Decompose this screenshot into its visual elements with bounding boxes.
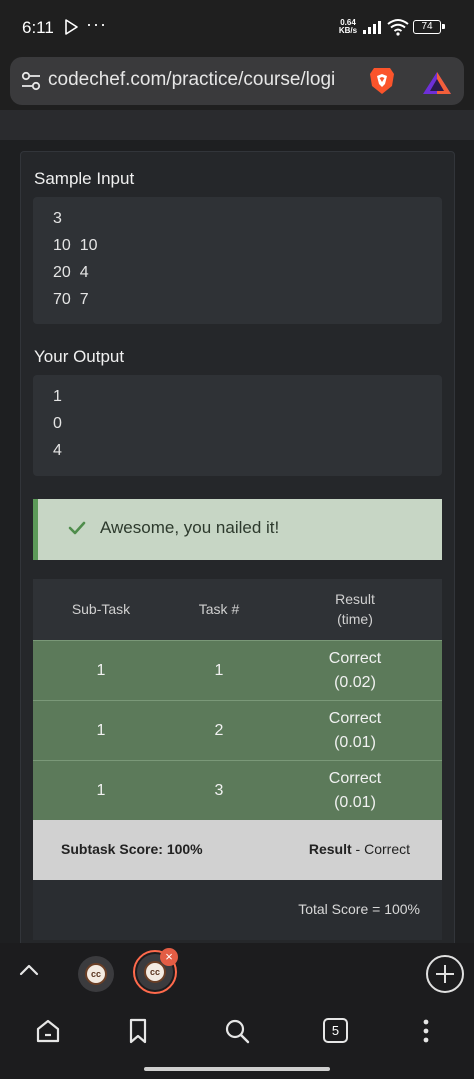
table-header: Sub-Task Task # Result (time) (33, 579, 442, 640)
battery-icon: 74 (413, 20, 445, 34)
brave-rewards-icon[interactable] (422, 71, 452, 95)
url-text[interactable]: codechef.com/practice/course/logi (48, 69, 366, 95)
play-store-icon (65, 19, 78, 35)
wifi-icon (387, 19, 409, 36)
table-row: 1 2 Correct (0.01) (33, 700, 442, 760)
subtask-score-row: Subtask Score: 100% Result - Correct (33, 820, 442, 880)
output-line: 0 (53, 415, 62, 432)
brave-shields-icon[interactable] (368, 66, 396, 96)
table-row: 1 1 Correct (0.02) (33, 640, 442, 700)
cell-task: 1 (214, 662, 224, 679)
codechef-icon: cc (144, 961, 166, 983)
new-tab-button[interactable] (426, 955, 464, 993)
results-table: Sub-Task Task # Result (time) 1 1 Correc… (33, 579, 442, 940)
search-icon[interactable] (223, 1017, 251, 1045)
sample-input-line: 70 7 (53, 291, 89, 308)
browser-toolbar: codechef.com/practice/course/logi (0, 52, 474, 110)
bottom-nav: 5 (0, 1003, 474, 1079)
network-speed-unit: KB/s (338, 26, 358, 35)
more-notifications-icon: ··· (86, 14, 107, 34)
output-line: 4 (53, 442, 62, 459)
header-subtask: Sub-Task (71, 601, 131, 617)
home-icon[interactable] (34, 1017, 62, 1045)
signal-icon (363, 21, 381, 34)
total-score: Total Score = 100% (298, 901, 420, 917)
cell-result: Correct (0.01) (279, 707, 431, 755)
total-score-row: Total Score = 100% (33, 880, 442, 940)
site-settings-icon[interactable] (20, 70, 42, 92)
bookmark-icon[interactable] (124, 1017, 152, 1045)
network-speed: 0.64 KB/s (336, 19, 360, 35)
status-time: 6:11 (22, 18, 54, 37)
overall-result-value: - Correct (351, 841, 410, 857)
success-alert: Awesome, you nailed it! (33, 499, 442, 560)
sample-input-line: 20 4 (53, 264, 89, 281)
status-bar: 6:11 ··· 0.64 KB/s 74 (0, 0, 474, 52)
cell-task: 2 (214, 722, 224, 739)
header-result-label: Result (335, 591, 375, 607)
cell-subtask: 1 (96, 722, 106, 739)
codechef-icon: cc (85, 963, 107, 985)
check-icon (68, 521, 86, 535)
close-tab-icon[interactable]: × (160, 948, 178, 966)
submission-result-card: Sample Input 3 10 10 20 4 70 7 Your Outp… (20, 151, 455, 951)
header-result: Result (time) (279, 589, 431, 629)
tab-strip: cc cc × (0, 943, 474, 1003)
cell-result: Correct (0.01) (279, 767, 431, 815)
cell-result-time: (0.01) (334, 794, 376, 811)
address-bar[interactable]: codechef.com/practice/course/logi (10, 57, 464, 105)
your-output-box: 1 0 4 (33, 375, 442, 476)
header-task: Task # (198, 601, 240, 617)
cell-result-status: Correct (328, 770, 382, 787)
sample-input-line: 10 10 (53, 237, 98, 254)
tab-favicon[interactable]: cc (78, 956, 114, 992)
your-output-title: Your Output (34, 347, 125, 366)
menu-icon[interactable] (412, 1017, 440, 1045)
sample-input-line: 3 (53, 210, 62, 227)
table-row: 1 3 Correct (0.01) (33, 760, 442, 820)
header-result-time: (time) (337, 611, 373, 627)
cell-result-status: Correct (328, 650, 382, 667)
page-header-strip (0, 110, 474, 140)
gesture-bar (144, 1067, 330, 1071)
cell-task: 3 (214, 782, 224, 799)
cell-result-status: Correct (328, 710, 382, 727)
overall-result: Result - Correct (309, 841, 410, 857)
cell-subtask: 1 (96, 662, 106, 679)
output-line: 1 (53, 388, 62, 405)
cell-subtask: 1 (96, 782, 106, 799)
tab-count-button[interactable]: 5 (323, 1018, 348, 1043)
sample-input-title: Sample Input (34, 169, 135, 188)
cell-result-time: (0.02) (334, 674, 376, 691)
subtask-score: Subtask Score: 100% (61, 841, 203, 857)
overall-result-label: Result (308, 841, 352, 857)
chevron-up-icon[interactable] (18, 963, 40, 977)
success-message: Awesome, you nailed it! (100, 518, 280, 537)
sample-input-box: 3 10 10 20 4 70 7 (33, 197, 442, 324)
cell-result: Correct (0.02) (279, 647, 431, 695)
cell-result-time: (0.01) (334, 734, 376, 751)
